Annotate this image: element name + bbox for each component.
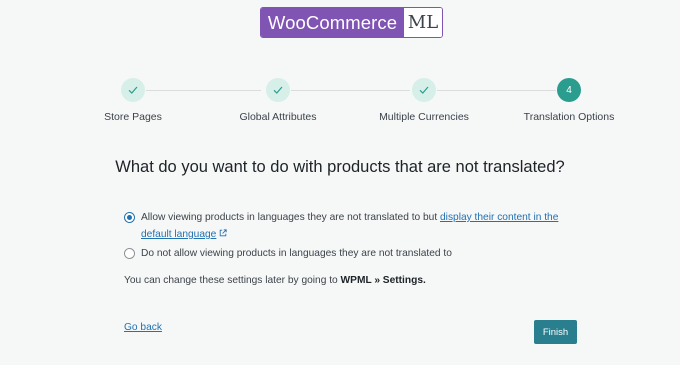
finish-button[interactable]: Finish: [534, 320, 577, 344]
woocommerce-ml-logo: WooCommerce ML: [260, 7, 443, 38]
check-icon: [121, 78, 145, 102]
go-back-link[interactable]: Go back: [124, 322, 162, 333]
note-text: You can change these settings later by g…: [124, 275, 341, 286]
option-allow-viewing[interactable]: Allow viewing products in languages they…: [124, 209, 564, 243]
page-title: What do you want to do with products tha…: [115, 158, 565, 176]
radio-do-not-allow[interactable]: [124, 248, 135, 259]
option-label: Do not allow viewing products in languag…: [141, 248, 452, 259]
check-icon: [266, 78, 290, 102]
step-label: Store Pages: [104, 111, 162, 123]
option-do-not-allow[interactable]: Do not allow viewing products in languag…: [124, 245, 564, 262]
settings-note: You can change these settings later by g…: [124, 275, 426, 286]
step-label: Translation Options: [523, 111, 615, 123]
translation-options-group: Allow viewing products in languages they…: [124, 209, 564, 262]
option-label: Allow viewing products in languages they…: [141, 209, 564, 243]
step-number-badge: 4: [557, 78, 581, 102]
step-store-pages: Store Pages: [68, 78, 198, 123]
step-translation-options: 4 Translation Options: [504, 78, 634, 123]
external-link-icon[interactable]: [219, 229, 227, 237]
logo-suffix-text: ML: [404, 8, 442, 37]
logo-brand-text: WooCommerce: [261, 8, 404, 37]
step-label: Global Attributes: [239, 111, 317, 123]
radio-allow-viewing[interactable]: [124, 212, 135, 223]
step-global-attributes: Global Attributes: [213, 78, 343, 123]
step-multiple-currencies: Multiple Currencies: [359, 78, 489, 123]
step-label: Multiple Currencies: [379, 111, 469, 123]
option-text: Allow viewing products in languages they…: [141, 212, 441, 223]
note-settings-path: WPML » Settings.: [340, 275, 426, 286]
check-icon: [412, 78, 436, 102]
setup-stepper: Store Pages Global Attributes Multiple C…: [0, 78, 680, 128]
